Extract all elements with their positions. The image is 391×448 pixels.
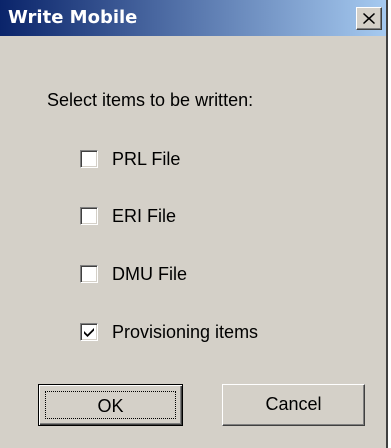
- checkbox-label: DMU File: [112, 264, 187, 284]
- window-title: Write Mobile: [8, 7, 138, 28]
- title-bar[interactable]: Write Mobile: [0, 0, 386, 36]
- instruction-label: Select items to be written:: [47, 90, 254, 110]
- ok-button[interactable]: OK: [38, 384, 183, 426]
- ok-button-label: OK: [45, 391, 176, 419]
- checkbox-box[interactable]: [80, 207, 98, 225]
- checkbox-label: Provisioning items: [112, 322, 259, 342]
- checkbox-box[interactable]: [80, 150, 98, 168]
- checkbox-label: ERI File: [112, 206, 177, 226]
- close-icon: [363, 13, 375, 24]
- checkbox-box[interactable]: [80, 265, 98, 283]
- checkbox-box[interactable]: [80, 323, 98, 341]
- checkmark-icon: [84, 328, 94, 337]
- cancel-button[interactable]: Cancel: [222, 384, 365, 426]
- write-mobile-dialog: Write Mobile Select items to be written:…: [0, 0, 388, 448]
- checkbox-label: PRL File: [112, 149, 181, 169]
- close-button[interactable]: [356, 7, 382, 30]
